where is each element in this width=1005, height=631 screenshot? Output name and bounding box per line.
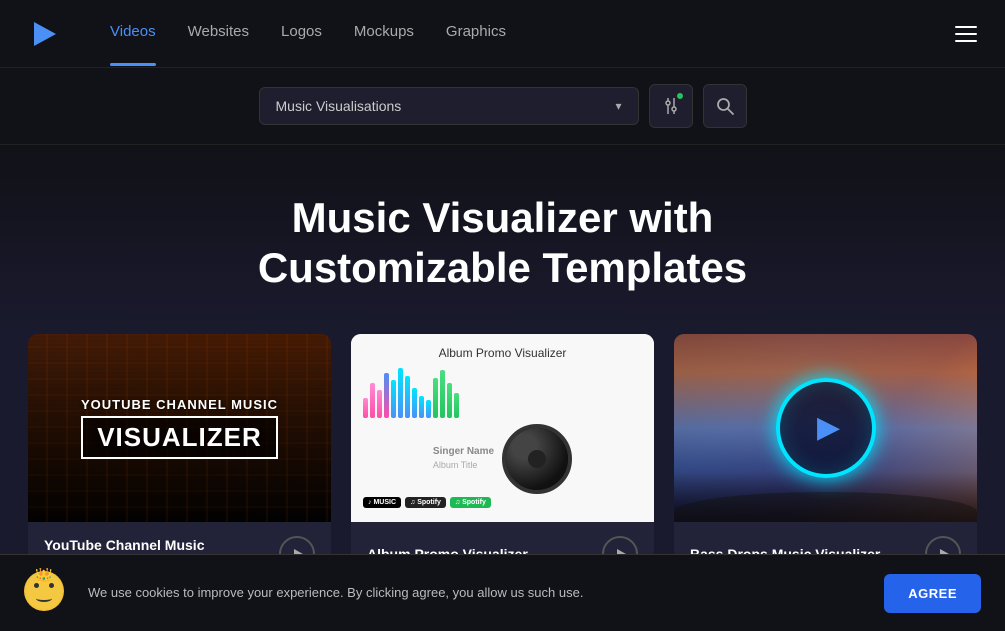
bass-circle: ▶ bbox=[776, 378, 876, 478]
card-youtube-visualizer[interactable]: YOUTUBE CHANNEL MUSIC VISUALIZER YouTube… bbox=[28, 334, 331, 586]
header: Videos Websites Logos Mockups Graphics bbox=[0, 0, 1005, 68]
chevron-down-icon: ▾ bbox=[615, 99, 621, 113]
cookie-text: We use cookies to improve your experienc… bbox=[88, 584, 864, 602]
hamburger-line bbox=[955, 26, 977, 28]
category-dropdown[interactable]: Music Visualisations ▾ bbox=[259, 87, 639, 125]
search-icon bbox=[715, 96, 735, 116]
spotify-badge-alt: ♫ Spotify bbox=[405, 497, 446, 508]
cookie-banner: 👑 We use cookies to improve your experie… bbox=[0, 554, 1005, 631]
hero-title: Music Visualizer with Customizable Templ… bbox=[153, 193, 853, 294]
search-bar: Music Visualisations ▾ bbox=[0, 68, 1005, 145]
dropdown-value: Music Visualisations bbox=[276, 98, 402, 114]
thumb-title-line2: VISUALIZER bbox=[81, 416, 278, 459]
cookie-eye-right bbox=[49, 583, 54, 588]
logo[interactable] bbox=[24, 15, 62, 53]
cards-grid: YOUTUBE CHANNEL MUSIC VISUALIZER YouTube… bbox=[28, 334, 977, 586]
cookie-icon: 👑 bbox=[24, 571, 68, 615]
hamburger-line bbox=[955, 33, 977, 35]
card-thumbnail-2: Album Promo Visualizer bbox=[351, 334, 654, 522]
logo-icon bbox=[24, 15, 62, 53]
spotify-badge: ♫ Spotify bbox=[450, 497, 491, 508]
thumb-2-heading: Album Promo Visualizer bbox=[439, 346, 567, 360]
nav-websites[interactable]: Websites bbox=[188, 23, 249, 44]
search-button[interactable] bbox=[703, 84, 747, 128]
nav-logos[interactable]: Logos bbox=[281, 23, 322, 44]
main-nav: Videos Websites Logos Mockups Graphics bbox=[110, 23, 951, 44]
play-triangle: ▶ bbox=[817, 410, 840, 445]
filter-active-dot bbox=[675, 91, 685, 101]
crown-icon: 👑 bbox=[35, 567, 52, 584]
nav-mockups[interactable]: Mockups bbox=[354, 23, 414, 44]
thumb-1-text: YOUTUBE CHANNEL MUSIC VISUALIZER bbox=[81, 397, 278, 459]
platform-badges: ♪ MUSIC ♫ Spotify ♫ Spotify bbox=[363, 497, 491, 508]
card-album-promo[interactable]: Album Promo Visualizer bbox=[351, 334, 654, 586]
cookie-eye-left bbox=[34, 583, 39, 588]
hamburger-line bbox=[955, 40, 977, 42]
apple-music-badge: ♪ MUSIC bbox=[363, 497, 401, 508]
album-cover bbox=[502, 424, 572, 494]
cookie-smile bbox=[36, 595, 52, 602]
hero-section: Music Visualizer with Customizable Templ… bbox=[0, 145, 1005, 334]
album-art-area: Singer Name Album Title bbox=[433, 424, 572, 494]
card-bass-drops[interactable]: ▶ Bass Drops Music Visualizer bbox=[674, 334, 977, 586]
filter-button[interactable] bbox=[649, 84, 693, 128]
cookie-eyes bbox=[34, 583, 54, 588]
cookie-agree-button[interactable]: AGREE bbox=[884, 574, 981, 613]
card-thumbnail-1: YOUTUBE CHANNEL MUSIC VISUALIZER bbox=[28, 334, 331, 522]
thumb-title-line1: YOUTUBE CHANNEL MUSIC bbox=[81, 397, 278, 412]
waveform bbox=[363, 368, 642, 418]
nav-graphics[interactable]: Graphics bbox=[446, 23, 506, 44]
thumb-2-inner: Album Promo Visualizer bbox=[351, 334, 654, 522]
hamburger-menu[interactable] bbox=[951, 22, 981, 46]
cookie-face: 👑 bbox=[24, 571, 64, 611]
card-thumbnail-3: ▶ bbox=[674, 334, 977, 522]
nav-videos[interactable]: Videos bbox=[110, 23, 156, 44]
